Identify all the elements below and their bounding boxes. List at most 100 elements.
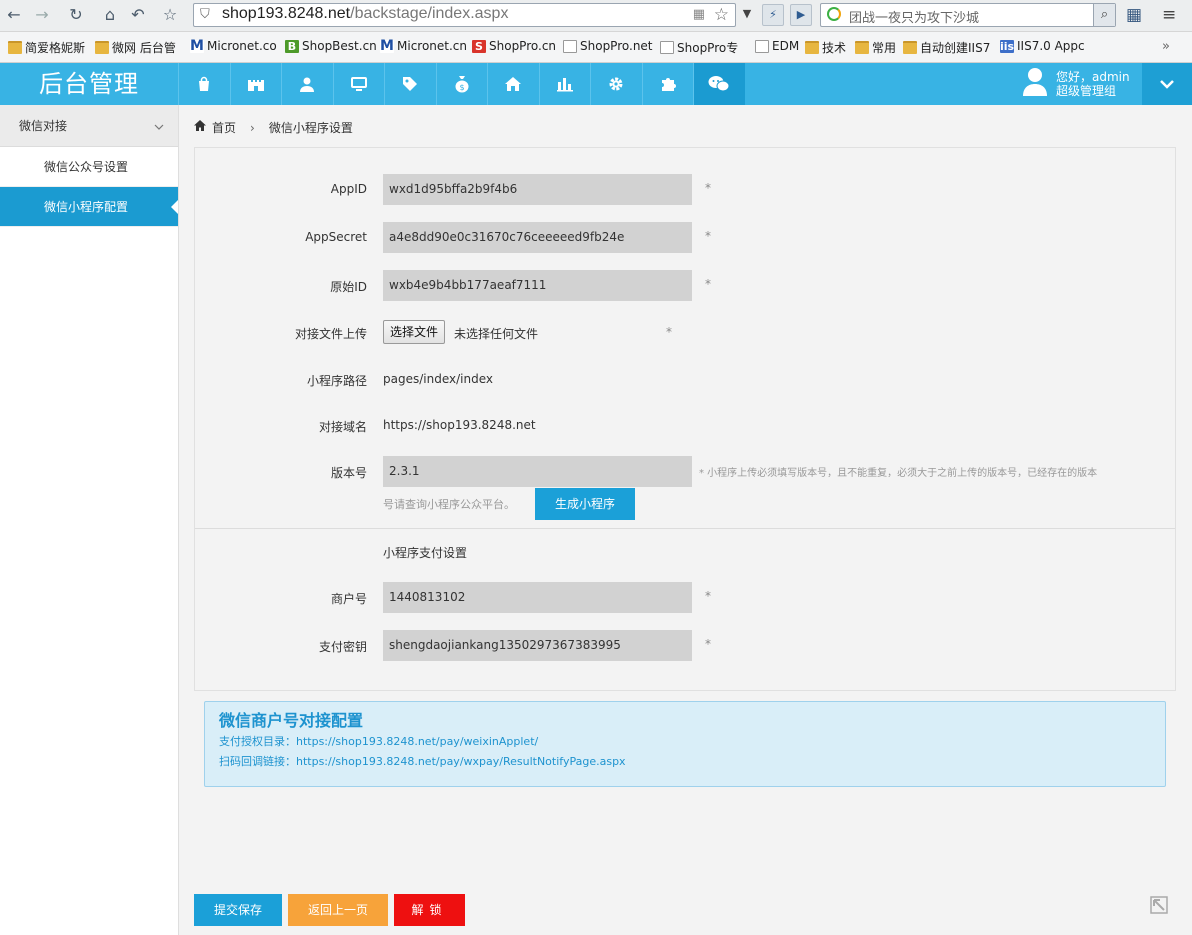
generate-mini-program-button[interactable]: 生成小程序 (535, 488, 635, 520)
sidebar-group-wechat[interactable]: 微信对接 (0, 105, 178, 147)
bookmark-item[interactable]: ShopPro.net (563, 39, 653, 53)
bookmark-item[interactable]: 技术 (805, 39, 846, 56)
search-icon[interactable]: ⌕ (1093, 4, 1115, 26)
original-id-label: 原始ID (330, 280, 367, 294)
bookmark-item[interactable]: M Micronet.co (190, 39, 277, 53)
sidebar-item-mini-program[interactable]: 微信小程序配置 (0, 187, 178, 227)
bookmark-item[interactable]: 简爱格妮斯 (8, 39, 85, 56)
bookmark-item[interactable]: EDM (755, 39, 799, 53)
sidebar: 微信对接 微信公众号设置 微信小程序配置 (0, 105, 179, 935)
home-icon[interactable] (487, 63, 539, 105)
bookmark-label: Micronet.co (207, 39, 277, 53)
required-mark: * (705, 181, 711, 195)
bookmark-item[interactable]: 常用 (855, 39, 896, 56)
breadcrumb-current: 微信小程序设置 (268, 121, 353, 135)
money-bag-icon[interactable]: $ (435, 63, 488, 105)
bookmark-label: ShopBest.cn (302, 39, 377, 53)
sidebar-item-label: 微信公众号设置 (44, 160, 129, 174)
url-path: /backstage/index.aspx (350, 5, 509, 22)
user-greeting: 您好，admin (1056, 70, 1130, 84)
home-icon[interactable]: ⌂ (98, 4, 122, 26)
castle-icon[interactable] (229, 63, 282, 105)
address-bar[interactable]: ⛉ shop193.8248.net/backstage/index.aspx … (193, 3, 736, 27)
user-icon[interactable] (281, 63, 333, 105)
bookmark-label: ShopPro.cn (489, 39, 557, 53)
merchant-config-info: 微信商户号对接配置 支付授权目录：https://shop193.8248.ne… (204, 701, 1166, 787)
apps-grid-icon[interactable]: ▦ (1126, 5, 1142, 25)
chevron-down-icon (154, 105, 164, 147)
submit-save-button[interactable]: 提交保存 (194, 894, 282, 926)
domain-label: 对接域名 (318, 420, 367, 434)
qr-code-icon[interactable]: ▦ (693, 7, 705, 22)
bookmark-item[interactable]: S ShopPro.cn (472, 39, 556, 53)
undo-icon[interactable]: ↶ (126, 4, 150, 26)
appsecret-input[interactable]: a4e8dd90e0c31670c76ceeeeed9fb24e (383, 222, 692, 253)
pay-section-title: 小程序支付设置 (383, 546, 468, 560)
tag-icon[interactable] (384, 63, 436, 105)
info-title: 微信商户号对接配置 (219, 711, 364, 730)
merchant-id-label: 商户号 (330, 592, 367, 606)
bookmark-item[interactable]: 微网 后台管 (95, 39, 176, 56)
version-input[interactable]: 2.3.1 (383, 456, 692, 487)
puzzle-icon[interactable] (641, 63, 694, 105)
search-engine-icon (827, 7, 841, 21)
sidebar-item-label: 微信小程序配置 (44, 200, 129, 214)
s-logo-icon: S (472, 39, 486, 53)
bookmark-item[interactable]: ShopPro专 (660, 39, 738, 56)
mini-path-label: 小程序路径 (306, 374, 367, 388)
lightning-icon[interactable]: ⚡ (762, 4, 784, 26)
bookmark-label: IIS7.0 Appc (1017, 39, 1085, 53)
bookmark-item[interactable]: B ShopBest.cn (285, 39, 377, 53)
user-menu[interactable]: 您好，admin 超级管理组 (1022, 67, 1130, 101)
required-mark: * (705, 229, 711, 243)
bookmark-label: 常用 (872, 41, 897, 55)
pay-key-input[interactable]: shengdaojiankang1350297367383995 (383, 630, 692, 661)
bookmark-label: 简爱格妮斯 (25, 41, 86, 55)
back-arrow-icon[interactable]: ← (2, 4, 26, 26)
back-button[interactable]: 返回上一页 (288, 894, 388, 926)
bookmark-item[interactable]: 自动创建IIS7 (903, 39, 990, 56)
bookmark-item[interactable]: M Micronet.cn (380, 39, 467, 53)
wechat-icon[interactable] (693, 63, 745, 105)
bookmark-label: EDM (772, 39, 800, 53)
appid-input[interactable]: wxd1d95bffa2b9f4b6 (383, 174, 692, 205)
required-mark: * (705, 277, 711, 291)
iis-icon: iis (1000, 39, 1015, 53)
bookmark-star-icon[interactable]: ☆ (714, 5, 729, 25)
appsecret-label: AppSecret (305, 230, 367, 244)
app-title: 后台管理 (39, 70, 139, 98)
menu-icon[interactable]: ≡ (1162, 5, 1176, 25)
search-input[interactable]: 团战一夜只为攻下沙城 (849, 7, 979, 26)
required-mark: * (705, 589, 711, 603)
version-note: * 小程序上传必须填写版本号，且不能重复，必须大于之前上传的版本号，已经存在的版… (699, 468, 1098, 479)
user-info: 您好，admin 超级管理组 (1056, 70, 1130, 98)
breadcrumb-home[interactable]: 首页 (212, 119, 236, 136)
page-icon (563, 39, 577, 53)
gear-icon[interactable] (590, 63, 642, 105)
monitor-icon[interactable] (332, 63, 385, 105)
favorite-star-icon[interactable]: ☆ (158, 4, 182, 26)
merchant-id-input[interactable]: 1440813102 (383, 582, 692, 613)
play-icon[interactable]: ▶ (790, 4, 812, 26)
sidebar-item-official-account[interactable]: 微信公众号设置 (0, 147, 178, 187)
url-text[interactable]: shop193.8248.net/backstage/index.aspx (222, 5, 508, 23)
bookmarks-overflow-button[interactable]: » (1162, 39, 1170, 54)
folder-icon (805, 41, 819, 54)
user-role: 超级管理组 (1056, 84, 1117, 98)
pay-key-label: 支付密钥 (318, 640, 367, 654)
required-mark: * (705, 637, 711, 651)
unlock-button[interactable]: 解锁 (394, 894, 465, 926)
url-host: shop193.8248.net (222, 5, 351, 22)
chevron-down-icon[interactable] (1142, 63, 1192, 105)
m-logo-icon: M (190, 37, 204, 54)
bar-chart-icon[interactable] (538, 63, 591, 105)
search-box[interactable]: 团战一夜只为攻下沙城 ⌕ (820, 3, 1116, 27)
bookmark-item[interactable]: iis IIS7.0 Appc (1000, 39, 1085, 53)
forward-arrow-icon[interactable]: → (30, 4, 54, 26)
original-id-input[interactable]: wxb4e9b4bb177aeaf7111 (383, 270, 692, 301)
bag-icon[interactable] (178, 63, 230, 105)
url-dropdown-icon[interactable]: ▼ (738, 4, 756, 26)
choose-file-button[interactable]: 选择文件 (383, 320, 446, 344)
reload-icon[interactable]: ↻ (64, 4, 88, 26)
back-to-top-icon[interactable] (1148, 894, 1170, 921)
